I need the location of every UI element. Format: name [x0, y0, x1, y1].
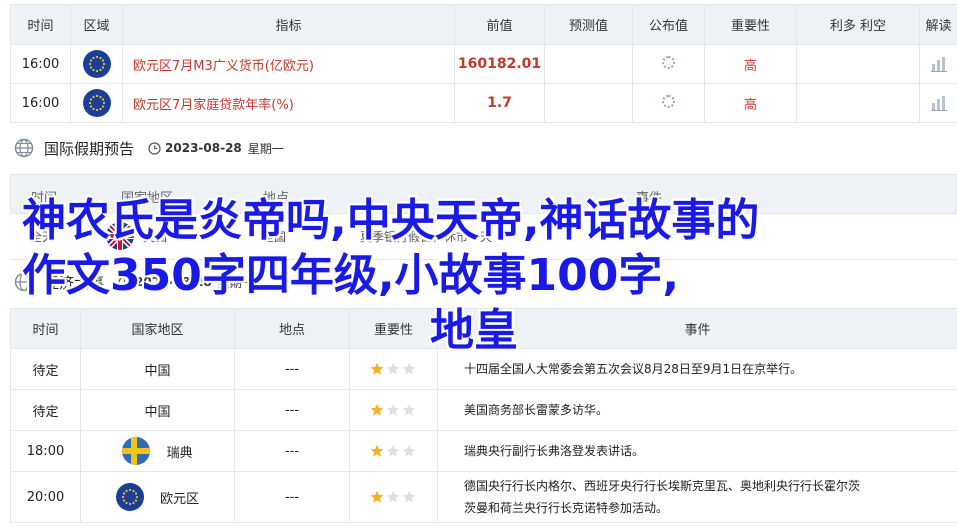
event-row[interactable]: 20:00 欧元区 --- 德国央行行长内格尔、西班牙央行行长埃斯克里瓦、奥地利…	[10, 471, 957, 523]
header-previous: 前值	[454, 4, 545, 45]
star-filled-icon	[370, 362, 383, 375]
eu-flag-icon	[82, 89, 111, 117]
section-weekday: 星期一	[247, 141, 284, 156]
importance-stars	[370, 444, 418, 459]
row-previous-value: 160182.01	[454, 44, 545, 84]
event-time: 待定	[10, 389, 81, 431]
header-importance: 重要性	[704, 4, 797, 45]
event-description-line2: 茨曼和荷兰央行行长克诺特参加活动。	[464, 501, 669, 515]
overlay-title-line3: 地皇	[430, 305, 518, 356]
eu-flag-icon	[82, 50, 111, 78]
header-region: 区域	[70, 4, 123, 45]
event-description: 美国商务部长雷蒙多访华。	[437, 389, 957, 431]
overlay-title-line1: 神农氏是炎帝吗,中央天帝,神话故事的	[22, 195, 760, 246]
event-description-line1: 德国央行行长内格尔、西班牙央行行长埃斯克里瓦、奥地利央行行长霍尔茨	[464, 479, 861, 493]
importance-stars	[370, 403, 418, 418]
loading-spinner-icon	[662, 94, 675, 108]
row-importance: 高	[704, 44, 797, 84]
calendar-header-row: 时间 区域 指标 前值 预测值 公布值 重要性 利多 利空 解读	[10, 4, 957, 45]
row-indicator[interactable]: 欧元区7月M3广义货币(亿欧元)	[122, 44, 455, 84]
header-bull-bear: 利多 利空	[796, 4, 920, 45]
star-empty-icon	[386, 490, 399, 503]
calendar-row[interactable]: 16:00 欧元区7月M3广义货币(亿欧元) 160182.01 高	[10, 44, 957, 84]
header-actual: 公布值	[632, 4, 705, 45]
event-place: ---	[234, 471, 350, 523]
event-time: 20:00	[10, 471, 81, 523]
row-importance: 高	[704, 83, 797, 123]
star-empty-icon	[402, 490, 415, 503]
section-title: 国际假期预告	[44, 139, 135, 158]
sweden-flag-icon	[122, 437, 151, 465]
star-empty-icon	[402, 444, 415, 457]
event-row[interactable]: 18:00 瑞典 --- 瑞典央行副行长弗洛登发表讲话。	[10, 430, 957, 472]
overlay-title-line2: 作文350字四年级,小故事100字,	[22, 250, 680, 301]
row-forecast	[544, 83, 633, 123]
event-description: 瑞典央行副行长弗洛登发表讲话。	[437, 430, 957, 472]
row-indicator[interactable]: 欧元区7月家庭贷款年率(%)	[122, 83, 455, 123]
row-time: 16:00	[10, 44, 71, 84]
star-empty-icon	[402, 362, 415, 375]
calendar-row[interactable]: 16:00 欧元区7月家庭贷款年率(%) 1.7 高	[10, 83, 957, 123]
event-time: 18:00	[10, 430, 81, 472]
row-time: 16:00	[10, 83, 71, 123]
event-country: 中国	[80, 389, 235, 431]
row-bull-bear	[796, 44, 920, 84]
star-empty-icon	[402, 403, 415, 416]
loading-spinner-icon	[662, 55, 675, 69]
overlay-title: 神农氏是炎帝吗,中央天帝,神话故事的 作文350字四年级,小故事100字, 地皇	[22, 193, 922, 358]
star-empty-icon	[386, 362, 399, 375]
event-place: ---	[234, 430, 350, 472]
eu-flag-icon	[115, 483, 144, 511]
event-country: 欧元区	[160, 491, 200, 507]
row-bull-bear	[796, 83, 920, 123]
header-indicator: 指标	[122, 4, 455, 45]
section-date: 2023-08-28	[165, 141, 242, 155]
star-filled-icon	[370, 490, 383, 503]
row-previous-value: 1.7	[454, 83, 545, 123]
star-filled-icon	[370, 403, 383, 416]
importance-stars	[370, 362, 418, 377]
event-country: 瑞典	[166, 445, 193, 461]
header-time: 时间	[10, 4, 71, 45]
clock-icon	[148, 141, 161, 155]
header-interpretation: 解读	[919, 4, 957, 45]
row-forecast	[544, 44, 633, 84]
event-place: ---	[234, 389, 350, 431]
chart-icon[interactable]	[930, 55, 948, 73]
star-filled-icon	[370, 444, 383, 457]
star-empty-icon	[386, 403, 399, 416]
event-row[interactable]: 待定 中国 --- 美国商务部长雷蒙多访华。	[10, 389, 957, 431]
economic-calendar-table: 时间 区域 指标 前值 预测值 公布值 重要性 利多 利空 解读 16:00 欧…	[10, 4, 957, 123]
star-empty-icon	[386, 444, 399, 457]
globe-icon	[14, 138, 34, 158]
importance-stars	[370, 490, 418, 505]
chart-icon[interactable]	[930, 94, 948, 112]
header-forecast: 预测值	[544, 4, 633, 45]
holiday-section-header: 国际假期预告 2023-08-28 星期一	[14, 134, 284, 162]
